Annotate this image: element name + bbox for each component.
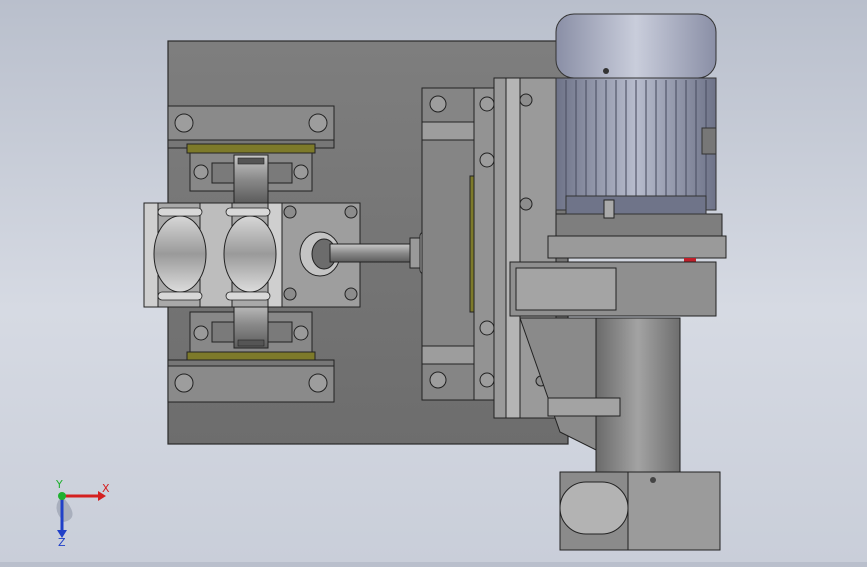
triad-shadow — [56, 496, 73, 522]
z-axis-label: Z — [58, 536, 66, 548]
x-axis-label: X — [102, 482, 110, 495]
cad-viewport[interactable] — [0, 0, 867, 562]
roller-housing[interactable] — [143, 202, 361, 308]
upper-bearing-block[interactable] — [167, 105, 335, 204]
gear-bracket[interactable] — [421, 87, 499, 401]
electric-motor[interactable] — [555, 13, 717, 219]
y-axis-label: Y — [55, 478, 63, 491]
y-axis-dot — [58, 492, 66, 500]
lower-bearing-block[interactable] — [167, 299, 335, 403]
orientation-triad: X Y Z — [40, 478, 120, 549]
